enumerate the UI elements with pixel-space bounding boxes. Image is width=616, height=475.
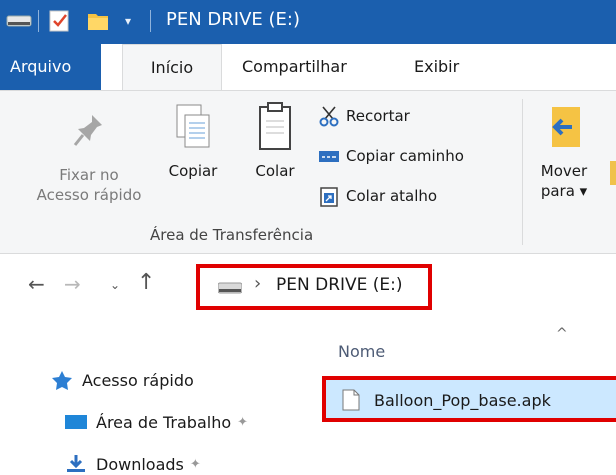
copy-path-button[interactable]: Copiar caminho bbox=[318, 143, 464, 169]
pinned-icon: ✦ bbox=[237, 414, 249, 430]
document-icon bbox=[342, 389, 360, 411]
properties-check-icon[interactable] bbox=[47, 9, 71, 33]
forward-arrow-icon[interactable]: → bbox=[64, 272, 81, 296]
desktop-icon bbox=[65, 415, 87, 429]
ribbon-group-divider bbox=[522, 99, 523, 245]
file-row[interactable]: Balloon_Pop_base.apk bbox=[322, 376, 616, 422]
scissors-icon bbox=[319, 106, 339, 127]
drive-icon bbox=[218, 282, 242, 294]
sort-ascending-icon[interactable]: ^ bbox=[556, 326, 568, 342]
nav-item-label: Acesso rápido bbox=[82, 370, 194, 390]
cut-button[interactable]: Recortar bbox=[318, 103, 410, 129]
nav-item-label: Área de Trabalho bbox=[96, 412, 232, 432]
paste-shortcut-label: Colar atalho bbox=[346, 187, 438, 205]
column-header-name[interactable]: Nome bbox=[338, 342, 385, 361]
nav-item-downloads[interactable]: Downloads ✦ bbox=[64, 450, 201, 475]
star-icon bbox=[52, 371, 72, 390]
toolbar-divider bbox=[38, 10, 39, 32]
copy-path-label: Copiar caminho bbox=[346, 147, 464, 165]
paste-shortcut-icon bbox=[320, 187, 338, 207]
cut-label: Recortar bbox=[346, 107, 410, 125]
move-to-button[interactable]: Mover para ▾ bbox=[528, 101, 600, 201]
pin-label-line1: Fixar no bbox=[59, 166, 119, 184]
pinned-icon: ✦ bbox=[189, 456, 201, 472]
tab-arquivo[interactable]: Arquivo bbox=[0, 44, 101, 90]
nav-item-label: Downloads bbox=[96, 454, 184, 474]
ribbon-tabs: Arquivo Início Compartilhar Exibir bbox=[0, 44, 616, 90]
copy-button[interactable]: Copiar bbox=[160, 101, 226, 181]
drive-icon[interactable] bbox=[6, 14, 32, 28]
copy-to-folder-icon[interactable] bbox=[610, 161, 616, 185]
file-name: Balloon_Pop_base.apk bbox=[374, 391, 551, 410]
breadcrumb-location[interactable]: PEN DRIVE (E:) bbox=[276, 275, 403, 295]
nav-item-desktop[interactable]: Área de Trabalho ✦ bbox=[64, 408, 248, 436]
up-arrow-icon[interactable]: ↑ bbox=[137, 270, 155, 295]
paste-shortcut-button[interactable]: Colar atalho bbox=[318, 183, 437, 209]
navigation-pane: Acesso rápido Área de Trabalho ✦ Downloa… bbox=[0, 320, 298, 475]
ribbon: Fixar no Acesso rápido Copiar Colar Reco… bbox=[0, 90, 616, 254]
window-title: PEN DRIVE (E:) bbox=[166, 9, 300, 30]
back-arrow-icon[interactable]: ← bbox=[28, 272, 45, 296]
pin-icon bbox=[73, 115, 102, 146]
copy-icon bbox=[176, 104, 210, 148]
new-folder-icon[interactable] bbox=[86, 10, 110, 32]
customize-dropdown-icon[interactable]: ▾ bbox=[125, 14, 131, 28]
file-list: ^ Nome Balloon_Pop_base.apk bbox=[298, 320, 616, 475]
tab-inicio[interactable]: Início bbox=[122, 44, 222, 90]
title-bar: ▾ PEN DRIVE (E:) bbox=[0, 0, 616, 44]
pin-to-quick-access-button[interactable]: Fixar no Acesso rápido bbox=[14, 111, 164, 205]
address-bar[interactable]: › PEN DRIVE (E:) bbox=[196, 264, 432, 310]
move-to-folder-icon bbox=[552, 107, 580, 147]
pin-label-line2: Acesso rápido bbox=[36, 186, 142, 204]
clipboard-group-label: Área de Transferência bbox=[150, 226, 314, 244]
recent-locations-chevron-icon[interactable]: ⌄ bbox=[110, 278, 120, 292]
breadcrumb-chevron-icon[interactable]: › bbox=[254, 273, 261, 294]
copy-path-icon bbox=[319, 151, 339, 162]
downloads-icon bbox=[67, 455, 85, 472]
paste-button[interactable]: Colar bbox=[243, 101, 307, 181]
move-to-label-line2: para ▾ bbox=[540, 182, 588, 200]
paste-label: Colar bbox=[255, 162, 295, 180]
address-bar-row: ← → ⌄ ↑ › PEN DRIVE (E:) bbox=[0, 254, 616, 320]
move-to-label-line1: Mover bbox=[540, 162, 588, 180]
clipboard-icon bbox=[259, 102, 291, 150]
tab-exibir[interactable]: Exibir bbox=[404, 44, 469, 90]
tab-compartilhar[interactable]: Compartilhar bbox=[232, 44, 357, 90]
copy-label: Copiar bbox=[168, 162, 218, 180]
content-area: Acesso rápido Área de Trabalho ✦ Downloa… bbox=[0, 320, 616, 475]
title-divider bbox=[150, 10, 151, 32]
nav-item-quick-access[interactable]: Acesso rápido bbox=[50, 366, 194, 394]
